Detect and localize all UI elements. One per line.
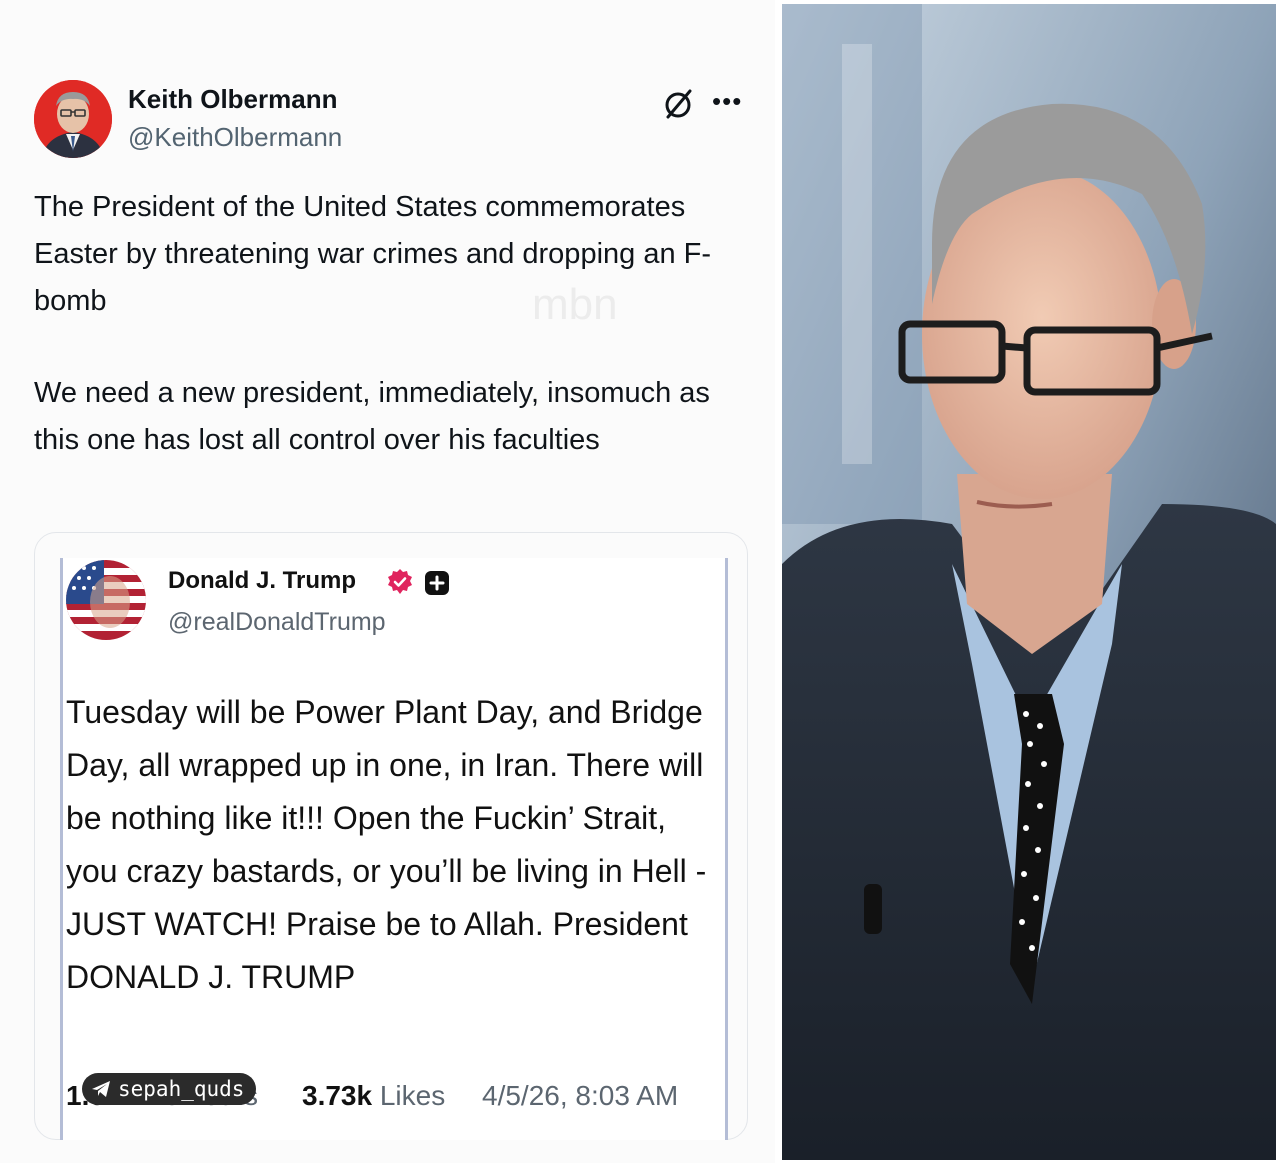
author-avatar[interactable]	[34, 80, 112, 158]
tweet-text-paragraph-2: We need a new president, immediately, in…	[34, 377, 710, 456]
more-options-icon[interactable]: •••	[712, 88, 742, 114]
plus-badge-icon	[425, 571, 449, 595]
likes-count: 3.73k	[302, 1080, 373, 1111]
trump-name[interactable]: Donald J. Trump	[168, 567, 356, 595]
trump-avatar[interactable]	[66, 560, 146, 640]
portrait-photo	[782, 4, 1276, 1160]
grok-icon[interactable]	[660, 86, 696, 122]
likes-label: Likes	[379, 1080, 446, 1111]
telegram-channel-name: sepah_quds	[118, 1077, 245, 1101]
verified-badge-icon	[388, 569, 412, 594]
telegram-icon	[92, 1081, 110, 1097]
panel-divider	[775, 0, 782, 1163]
telegram-watermark-badge: sepah_quds	[82, 1073, 257, 1105]
tweet-text-paragraph-1: The President of the United States comme…	[34, 191, 712, 317]
trump-handle[interactable]: @realDonaldTrump	[168, 608, 386, 637]
author-handle[interactable]: @KeithOlbermann	[128, 122, 342, 153]
quoted-post-text: Tuesday will be Power Plant Day, and Bri…	[66, 694, 707, 995]
faint-watermark: mbn	[532, 280, 618, 329]
author-name[interactable]: Keith Olbermann	[128, 84, 337, 115]
post-timestamp[interactable]: 4/5/26, 8:03 AM	[482, 1080, 678, 1112]
likes-stat[interactable]: 3.73k Likes	[302, 1080, 445, 1112]
tweet-panel: Keith Olbermann @KeithOlbermann ••• The …	[0, 0, 775, 1163]
